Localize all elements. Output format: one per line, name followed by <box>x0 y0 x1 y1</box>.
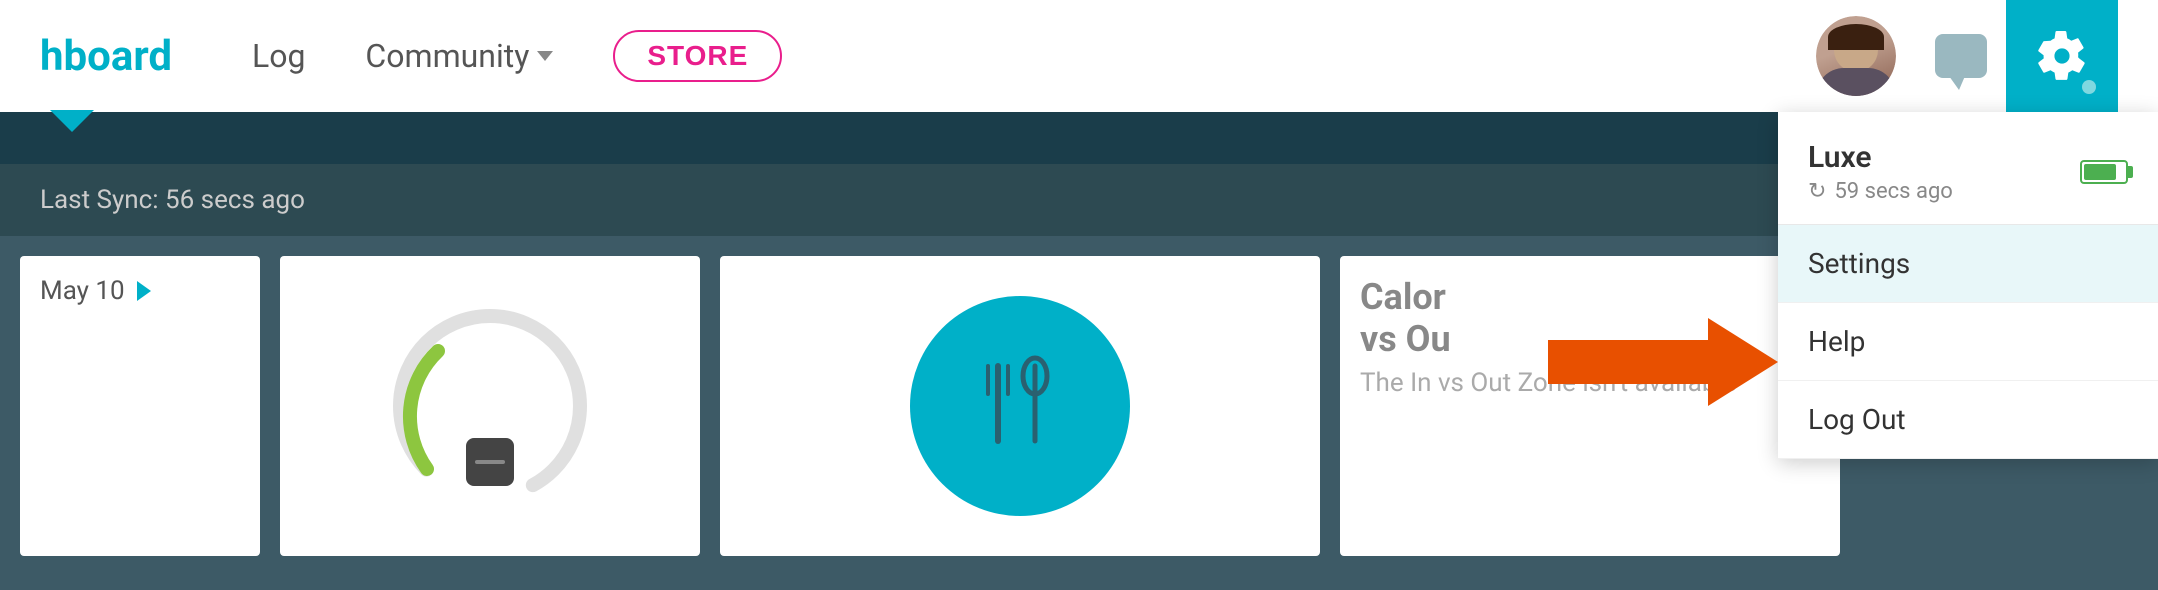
chat-icon-wrap[interactable] <box>1926 21 1996 91</box>
header-right <box>1816 0 2118 112</box>
device-info: Luxe ↻ 59 secs ago <box>1808 140 1953 204</box>
dropdown-header: Luxe ↻ 59 secs ago <box>1778 112 2158 225</box>
dropdown-logout[interactable]: Log Out <box>1778 381 2158 459</box>
date-nav[interactable]: May 10 <box>40 276 240 306</box>
arc-container <box>380 296 600 516</box>
steps-card <box>280 256 700 556</box>
arrow-pointer <box>1548 318 1778 406</box>
battery-fill <box>2084 164 2116 180</box>
food-circle <box>910 296 1130 516</box>
arrow-head <box>1708 318 1778 406</box>
sync-label: Last Sync: 56 secs ago <box>40 185 305 215</box>
chevron-down-icon <box>537 51 553 61</box>
brand-text: hboard <box>40 32 172 81</box>
battery-icon <box>2080 160 2128 184</box>
date-card: May 10 <box>20 256 260 556</box>
calorie-card: Calor vs Ou The In vs Out Zone isn't ava… <box>1340 256 1840 556</box>
nav-log[interactable]: Log <box>252 37 305 75</box>
store-button[interactable]: STORE <box>613 30 782 82</box>
header: hboard Log Community STORE <box>0 0 2158 112</box>
utensils-icon <box>960 346 1080 466</box>
avatar[interactable] <box>1816 16 1896 96</box>
gear-button[interactable] <box>2006 0 2118 112</box>
nav-links: Log Community STORE <box>252 30 1816 82</box>
arrow-body <box>1548 340 1708 384</box>
nav-community[interactable]: Community <box>365 37 553 75</box>
food-card <box>720 256 1320 556</box>
gear-notification-dot <box>2082 80 2096 94</box>
dropdown-help[interactable]: Help <box>1778 303 2158 381</box>
gear-icon <box>2036 30 2088 82</box>
header-triangle <box>50 110 94 132</box>
date-label: May 10 <box>40 276 125 306</box>
community-label: Community <box>365 37 529 75</box>
date-forward-icon[interactable] <box>137 281 151 301</box>
sync-icon: ↻ <box>1808 179 1826 204</box>
device-name: Luxe <box>1808 140 1953 175</box>
dropdown-menu: Luxe ↻ 59 secs ago Settings Help Log Out <box>1778 112 2158 459</box>
calorie-title-line1: Calor <box>1360 276 1820 318</box>
dropdown-settings[interactable]: Settings <box>1778 225 2158 303</box>
device-sync: ↻ 59 secs ago <box>1808 179 1953 204</box>
sync-time: 59 secs ago <box>1834 179 1952 204</box>
chat-icon <box>1935 34 1987 78</box>
